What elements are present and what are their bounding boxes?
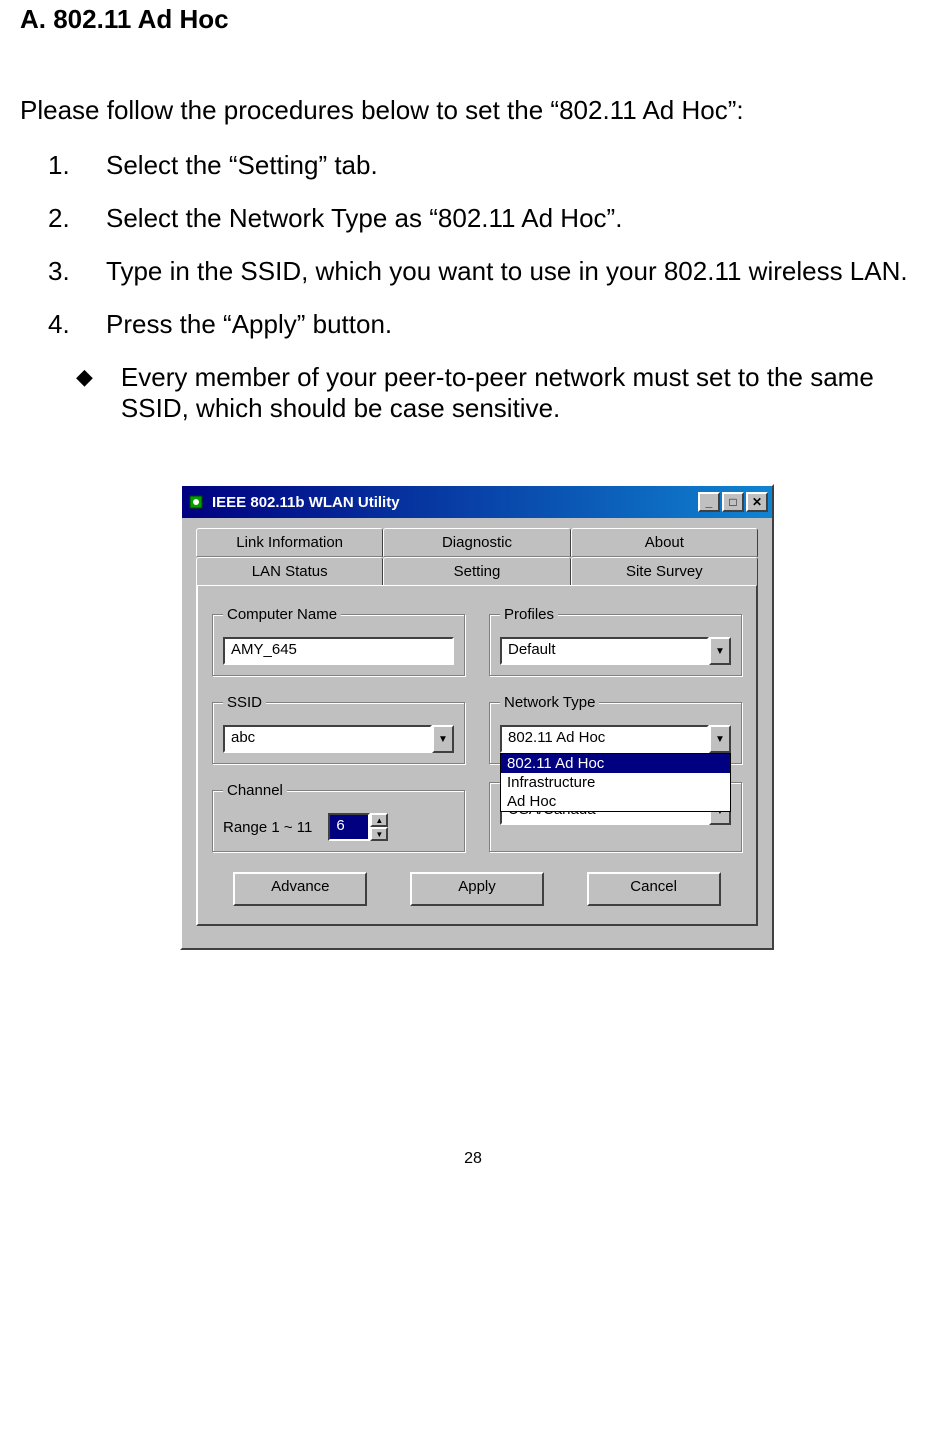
step-number: 2. (48, 203, 78, 234)
profiles-legend: Profiles (500, 606, 558, 623)
tab-setting[interactable]: Setting (383, 557, 570, 585)
ssid-input[interactable]: abc (223, 725, 432, 753)
tab-about[interactable]: About (571, 528, 758, 557)
channel-legend: Channel (223, 782, 287, 799)
ssid-combo[interactable]: abc ▼ (223, 725, 454, 753)
intro-text: Please follow the procedures below to se… (20, 95, 926, 126)
chevron-down-icon[interactable]: ▼ (709, 725, 731, 753)
app-icon (186, 492, 206, 512)
step-text: Press the “Apply” button. (106, 309, 392, 340)
advance-button[interactable]: Advance (233, 872, 367, 906)
titlebar[interactable]: IEEE 802.11b WLAN Utility _ □ ✕ (182, 486, 772, 518)
network-type-value[interactable]: 802.11 Ad Hoc (500, 725, 709, 753)
maximize-button[interactable]: □ (722, 492, 744, 512)
section-heading: A. 802.11 Ad Hoc (20, 4, 926, 35)
network-type-dropdown[interactable]: 802.11 Ad Hoc Infrastructure Ad Hoc (500, 753, 731, 812)
network-type-group: Network Type 802.11 Ad Hoc ▼ 802.11 Ad H… (489, 694, 742, 764)
tab-lan-status[interactable]: LAN Status (196, 557, 383, 585)
step-item: 1. Select the “Setting” tab. (48, 150, 926, 181)
wlan-utility-window: IEEE 802.11b WLAN Utility _ □ ✕ Link Inf… (180, 484, 774, 950)
spinner-down-icon[interactable]: ▼ (370, 827, 388, 841)
note-text: Every member of your peer-to-peer networ… (121, 362, 926, 424)
channel-group: Channel Range 1 ~ 11 6 ▲ ▼ (212, 782, 465, 852)
diamond-bullet-icon: ◆ (76, 362, 93, 424)
tabs-row-back: Link Information Diagnostic About (196, 528, 758, 557)
profiles-group: Profiles Default ▼ (489, 606, 742, 676)
notes-list: ◆ Every member of your peer-to-peer netw… (76, 362, 926, 424)
apply-button[interactable]: Apply (410, 872, 544, 906)
profiles-value[interactable]: Default (500, 637, 709, 665)
tabs-row-front: LAN Status Setting Site Survey (196, 557, 758, 585)
tab-site-survey[interactable]: Site Survey (571, 557, 758, 585)
minimize-button[interactable]: _ (698, 492, 720, 512)
window-title: IEEE 802.11b WLAN Utility (212, 494, 698, 511)
network-type-option[interactable]: Infrastructure (501, 773, 730, 792)
step-text: Type in the SSID, which you want to use … (106, 256, 908, 287)
step-text: Select the “Setting” tab. (106, 150, 378, 181)
step-number: 3. (48, 256, 78, 287)
step-item: 2. Select the Network Type as “802.11 Ad… (48, 203, 926, 234)
computer-name-group: Computer Name AMY_645 (212, 606, 465, 676)
note-item: ◆ Every member of your peer-to-peer netw… (76, 362, 926, 424)
button-row: Advance Apply Cancel (212, 872, 742, 906)
close-button[interactable]: ✕ (746, 492, 768, 512)
profiles-combo[interactable]: Default ▼ (500, 637, 731, 665)
step-item: 4. Press the “Apply” button. (48, 309, 926, 340)
network-type-legend: Network Type (500, 694, 599, 711)
network-type-option[interactable]: 802.11 Ad Hoc (501, 754, 730, 773)
steps-list: 1. Select the “Setting” tab. 2. Select t… (48, 150, 926, 340)
network-type-option[interactable]: Ad Hoc (501, 792, 730, 811)
spinner-up-icon[interactable]: ▲ (370, 813, 388, 827)
step-text: Select the Network Type as “802.11 Ad Ho… (106, 203, 622, 234)
page-number: 28 (20, 1150, 926, 1188)
ssid-legend: SSID (223, 694, 266, 711)
tab-link-information[interactable]: Link Information (196, 528, 383, 557)
chevron-down-icon[interactable]: ▼ (709, 637, 731, 665)
ssid-group: SSID abc ▼ (212, 694, 465, 764)
step-item: 3. Type in the SSID, which you want to u… (48, 256, 926, 287)
chevron-down-icon[interactable]: ▼ (432, 725, 454, 753)
tab-diagnostic[interactable]: Diagnostic (383, 528, 570, 557)
channel-spinner[interactable]: 6 ▲ ▼ (328, 813, 388, 841)
step-number: 1. (48, 150, 78, 181)
computer-name-legend: Computer Name (223, 606, 341, 623)
step-number: 4. (48, 309, 78, 340)
setting-panel: Computer Name AMY_645 Profiles Default ▼… (196, 584, 758, 926)
computer-name-input[interactable]: AMY_645 (223, 637, 454, 665)
channel-value[interactable]: 6 (328, 813, 370, 841)
channel-range-label: Range 1 ~ 11 (223, 819, 312, 836)
cancel-button[interactable]: Cancel (587, 872, 721, 906)
network-type-combo[interactable]: 802.11 Ad Hoc ▼ 802.11 Ad Hoc Infrastruc… (500, 725, 731, 753)
